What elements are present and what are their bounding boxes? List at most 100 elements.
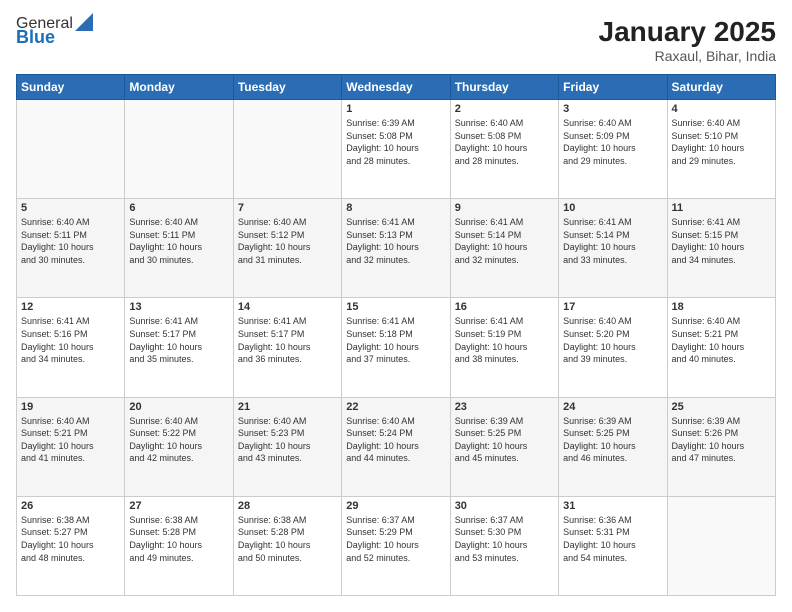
calendar-cell: 31 Sunrise: 6:36 AM Sunset: 5:31 PM Dayli… (559, 496, 667, 595)
day-info: Sunrise: 6:38 AM Sunset: 5:27 PM Dayligh… (21, 514, 120, 564)
day-number: 8 (346, 202, 445, 214)
calendar-cell (125, 100, 233, 199)
day-info: Sunrise: 6:41 AM Sunset: 5:15 PM Dayligh… (672, 216, 771, 266)
day-info: Sunrise: 6:38 AM Sunset: 5:28 PM Dayligh… (129, 514, 228, 564)
day-info: Sunrise: 6:36 AM Sunset: 5:31 PM Dayligh… (563, 514, 662, 564)
day-info: Sunrise: 6:37 AM Sunset: 5:29 PM Dayligh… (346, 514, 445, 564)
calendar-cell: 23Sunrise: 6:39 AM Sunset: 5:25 PM Dayli… (450, 397, 558, 496)
day-number: 16 (455, 301, 554, 313)
day-number: 3 (563, 103, 662, 115)
calendar-cell: 12Sunrise: 6:41 AM Sunset: 5:16 PM Dayli… (17, 298, 125, 397)
day-number: 31 (563, 500, 662, 512)
day-info: Sunrise: 6:40 AM Sunset: 5:24 PM Dayligh… (346, 415, 445, 465)
calendar-cell: 24 Sunrise: 6:39 AM Sunset: 5:25 PM Dayli… (559, 397, 667, 496)
day-info: Sunrise: 6:40 AM Sunset: 5:21 PM Dayligh… (672, 315, 771, 365)
day-info: Sunrise: 6:40 AM Sunset: 5:23 PM Dayligh… (238, 415, 337, 465)
day-info: Sunrise: 6:40 AM Sunset: 5:08 PM Dayligh… (455, 117, 554, 167)
day-info: Sunrise: 6:41 AM Sunset: 5:19 PM Dayligh… (455, 315, 554, 365)
calendar-week-5: 26 Sunrise: 6:38 AM Sunset: 5:27 PM Dayli… (17, 496, 776, 595)
day-info: Sunrise: 6:41 AM Sunset: 5:17 PM Dayligh… (129, 315, 228, 365)
day-info: Sunrise: 6:39 AM Sunset: 5:26 PM Dayligh… (672, 415, 771, 465)
day-number: 10 (563, 202, 662, 214)
day-number: 11 (672, 202, 771, 214)
calendar-cell: 2 Sunrise: 6:40 AM Sunset: 5:08 PM Daylig… (450, 100, 558, 199)
day-info: Sunrise: 6:39 AM Sunset: 5:25 PM Dayligh… (563, 415, 662, 465)
header: General Blue January 2025 Raxaul, Bihar,… (16, 16, 776, 64)
calendar-cell: 25 Sunrise: 6:39 AM Sunset: 5:26 PM Dayli… (667, 397, 775, 496)
day-info: Sunrise: 6:40 AM Sunset: 5:20 PM Dayligh… (563, 315, 662, 365)
day-number: 14 (238, 301, 337, 313)
calendar-week-3: 12Sunrise: 6:41 AM Sunset: 5:16 PM Dayli… (17, 298, 776, 397)
day-number: 28 (238, 500, 337, 512)
day-number: 19 (21, 401, 120, 413)
calendar-title: January 2025 (599, 16, 776, 48)
day-number: 18 (672, 301, 771, 313)
day-number: 30 (455, 500, 554, 512)
calendar-table: SundayMondayTuesdayWednesdayThursdayFrid… (16, 74, 776, 596)
day-number: 2 (455, 103, 554, 115)
day-number: 15 (346, 301, 445, 313)
day-number: 22 (346, 401, 445, 413)
day-number: 26 (21, 500, 120, 512)
calendar-cell: 22 Sunrise: 6:40 AM Sunset: 5:24 PM Dayli… (342, 397, 450, 496)
day-number: 9 (455, 202, 554, 214)
calendar-cell: 8 Sunrise: 6:41 AM Sunset: 5:13 PM Daylig… (342, 199, 450, 298)
calendar-header-row: SundayMondayTuesdayWednesdayThursdayFrid… (17, 75, 776, 100)
day-info: Sunrise: 6:40 AM Sunset: 5:22 PM Dayligh… (129, 415, 228, 465)
logo: General Blue (16, 16, 93, 46)
day-header-sunday: Sunday (17, 75, 125, 100)
day-info: Sunrise: 6:40 AM Sunset: 5:09 PM Dayligh… (563, 117, 662, 167)
calendar-cell: 1 Sunrise: 6:39 AM Sunset: 5:08 PM Daylig… (342, 100, 450, 199)
day-info: Sunrise: 6:40 AM Sunset: 5:10 PM Dayligh… (672, 117, 771, 167)
day-number: 25 (672, 401, 771, 413)
calendar-cell: 16 Sunrise: 6:41 AM Sunset: 5:19 PM Dayli… (450, 298, 558, 397)
day-number: 4 (672, 103, 771, 115)
calendar-cell (233, 100, 341, 199)
title-block: January 2025 Raxaul, Bihar, India (599, 16, 776, 64)
day-info: Sunrise: 6:40 AM Sunset: 5:12 PM Dayligh… (238, 216, 337, 266)
day-header-friday: Friday (559, 75, 667, 100)
day-info: Sunrise: 6:41 AM Sunset: 5:18 PM Dayligh… (346, 315, 445, 365)
day-number: 1 (346, 103, 445, 115)
day-header-tuesday: Tuesday (233, 75, 341, 100)
calendar-cell: 27Sunrise: 6:38 AM Sunset: 5:28 PM Dayli… (125, 496, 233, 595)
day-info: Sunrise: 6:40 AM Sunset: 5:11 PM Dayligh… (129, 216, 228, 266)
day-info: Sunrise: 6:41 AM Sunset: 5:14 PM Dayligh… (455, 216, 554, 266)
calendar-cell: 18 Sunrise: 6:40 AM Sunset: 5:21 PM Dayli… (667, 298, 775, 397)
calendar-cell: 21 Sunrise: 6:40 AM Sunset: 5:23 PM Dayli… (233, 397, 341, 496)
day-number: 21 (238, 401, 337, 413)
calendar-week-1: 1 Sunrise: 6:39 AM Sunset: 5:08 PM Daylig… (17, 100, 776, 199)
day-info: Sunrise: 6:40 AM Sunset: 5:11 PM Dayligh… (21, 216, 120, 266)
day-info: Sunrise: 6:37 AM Sunset: 5:30 PM Dayligh… (455, 514, 554, 564)
calendar-cell: 19 Sunrise: 6:40 AM Sunset: 5:21 PM Dayli… (17, 397, 125, 496)
day-number: 24 (563, 401, 662, 413)
day-info: Sunrise: 6:40 AM Sunset: 5:21 PM Dayligh… (21, 415, 120, 465)
calendar-cell: 3 Sunrise: 6:40 AM Sunset: 5:09 PM Daylig… (559, 100, 667, 199)
day-number: 17 (563, 301, 662, 313)
day-info: Sunrise: 6:41 AM Sunset: 5:14 PM Dayligh… (563, 216, 662, 266)
calendar-cell: 14 Sunrise: 6:41 AM Sunset: 5:17 PM Dayli… (233, 298, 341, 397)
day-header-saturday: Saturday (667, 75, 775, 100)
calendar-cell: 29Sunrise: 6:37 AM Sunset: 5:29 PM Dayli… (342, 496, 450, 595)
day-number: 5 (21, 202, 120, 214)
calendar-cell (17, 100, 125, 199)
day-number: 13 (129, 301, 228, 313)
logo-blue-text: Blue (16, 28, 93, 46)
calendar-cell: 10 Sunrise: 6:41 AM Sunset: 5:14 PM Dayli… (559, 199, 667, 298)
calendar-cell: 13 Sunrise: 6:41 AM Sunset: 5:17 PM Dayli… (125, 298, 233, 397)
calendar-cell: 11 Sunrise: 6:41 AM Sunset: 5:15 PM Dayli… (667, 199, 775, 298)
page: General Blue January 2025 Raxaul, Bihar,… (0, 0, 792, 612)
day-info: Sunrise: 6:41 AM Sunset: 5:13 PM Dayligh… (346, 216, 445, 266)
calendar-cell: 15 Sunrise: 6:41 AM Sunset: 5:18 PM Dayli… (342, 298, 450, 397)
calendar-cell: 26 Sunrise: 6:38 AM Sunset: 5:27 PM Dayli… (17, 496, 125, 595)
day-info: Sunrise: 6:39 AM Sunset: 5:25 PM Dayligh… (455, 415, 554, 465)
calendar-cell: 30 Sunrise: 6:37 AM Sunset: 5:30 PM Dayli… (450, 496, 558, 595)
day-number: 20 (129, 401, 228, 413)
day-number: 7 (238, 202, 337, 214)
calendar-cell: 28Sunrise: 6:38 AM Sunset: 5:28 PM Dayli… (233, 496, 341, 595)
day-info: Sunrise: 6:39 AM Sunset: 5:08 PM Dayligh… (346, 117, 445, 167)
calendar-cell: 6Sunrise: 6:40 AM Sunset: 5:11 PM Daylig… (125, 199, 233, 298)
calendar-week-4: 19 Sunrise: 6:40 AM Sunset: 5:21 PM Dayli… (17, 397, 776, 496)
day-info: Sunrise: 6:41 AM Sunset: 5:17 PM Dayligh… (238, 315, 337, 365)
calendar-week-2: 5 Sunrise: 6:40 AM Sunset: 5:11 PM Daylig… (17, 199, 776, 298)
